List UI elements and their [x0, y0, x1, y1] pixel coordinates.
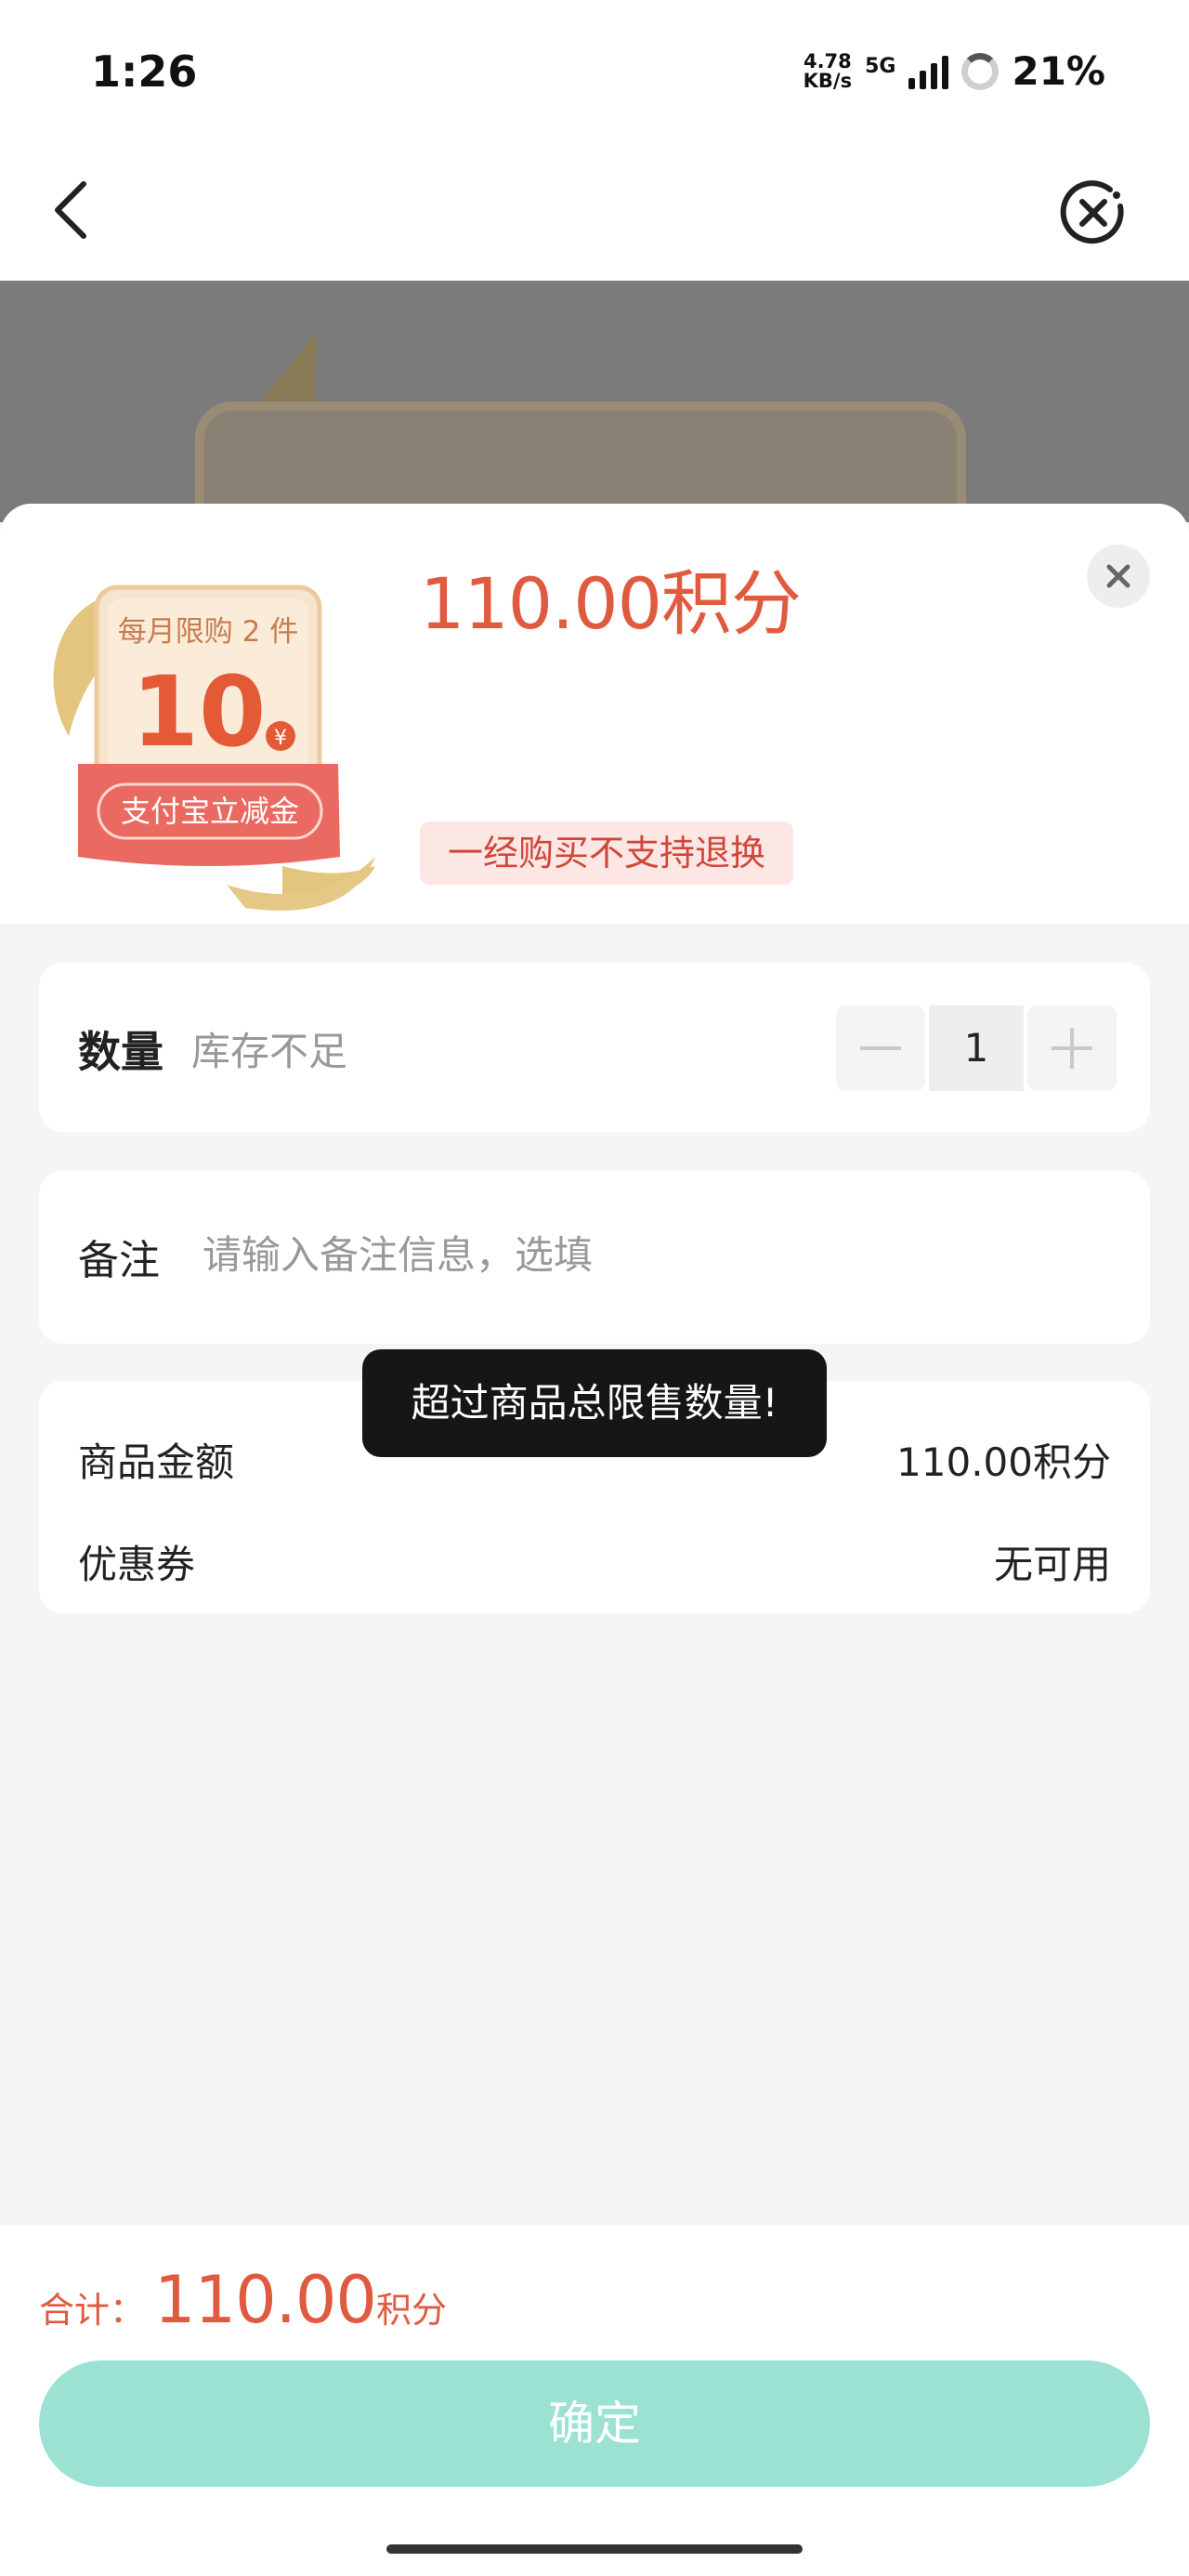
- coupon-row[interactable]: 优惠券 无可用: [78, 1533, 1111, 1589]
- total-value: 110.00: [154, 2262, 377, 2338]
- product-price: 110.00积分: [420, 562, 802, 645]
- note-input[interactable]: [203, 1221, 1094, 1288]
- status-indicators: 4.78 KB/s 5G 21%: [804, 48, 1105, 94]
- refund-notice-tag: 一经购买不支持退换: [420, 821, 794, 885]
- network-speed: 4.78 KB/s: [803, 49, 853, 92]
- signal-icon: [908, 54, 949, 89]
- quantity-card: 数量 库存不足 1: [39, 963, 1150, 1132]
- home-indicator[interactable]: [386, 2544, 803, 2554]
- product-amount-value: 110.00积分: [896, 1439, 1111, 1485]
- badge-value-text: 10: [132, 655, 267, 769]
- total-label: 合计：: [39, 2290, 146, 2331]
- badge-bottom-text: 支付宝立减金: [121, 794, 299, 829]
- total-line: 合计： 110.00 积分: [39, 2262, 447, 2338]
- product-amount-label: 商品金额: [78, 1439, 235, 1485]
- product-image: 每月限购 2 件 10 ¥ 支付宝立减金: [53, 585, 375, 911]
- badge-top-text: 每月限购 2 件: [118, 615, 298, 649]
- stock-status: 库存不足: [191, 1029, 348, 1074]
- close-icon[interactable]: [1087, 545, 1150, 608]
- battery-icon: [961, 52, 1000, 90]
- sheet-header: 每月限购 2 件 10 ¥ 支付宝立减金 110.00积分 一经购买不支持退换: [0, 504, 1189, 924]
- nav-bar: [0, 139, 1189, 281]
- bottom-bar: 合计： 110.00 积分 确定: [0, 2225, 1189, 2576]
- quantity-label: 数量: [78, 1027, 163, 1077]
- background-overlay[interactable]: [0, 281, 1189, 522]
- coupon-label: 优惠券: [78, 1542, 196, 1587]
- chevron-left-icon[interactable]: [46, 177, 98, 243]
- status-bar: 1:26 4.78 KB/s 5G 21%: [0, 0, 1189, 139]
- confirm-button[interactable]: 确定: [39, 2360, 1150, 2487]
- status-time: 1:26: [91, 46, 198, 97]
- network-speed-unit: KB/s: [803, 69, 853, 92]
- toast-message: 超过商品总限售数量!: [362, 1349, 827, 1457]
- increment-button[interactable]: [1027, 1005, 1117, 1091]
- decrement-button[interactable]: [836, 1005, 925, 1091]
- badge-currency-text: ¥: [274, 727, 287, 750]
- battery-percent: 21%: [1012, 48, 1105, 94]
- minus-icon: [860, 1046, 901, 1050]
- coupon-value: 无可用: [993, 1542, 1111, 1587]
- order-sheet: 每月限购 2 件 10 ¥ 支付宝立减金 110.00积分 一经购买不支持退换 …: [0, 504, 1189, 2576]
- network-speed-value: 4.78: [803, 49, 852, 72]
- quantity-stepper: 1: [836, 1005, 1117, 1091]
- total-unit: 积分: [375, 2290, 447, 2331]
- network-type: 5G: [865, 55, 896, 78]
- note-label: 备注: [78, 1237, 160, 1284]
- note-card: 备注: [39, 1171, 1150, 1344]
- circle-x-icon[interactable]: [1059, 178, 1128, 247]
- quantity-value[interactable]: 1: [929, 1005, 1024, 1091]
